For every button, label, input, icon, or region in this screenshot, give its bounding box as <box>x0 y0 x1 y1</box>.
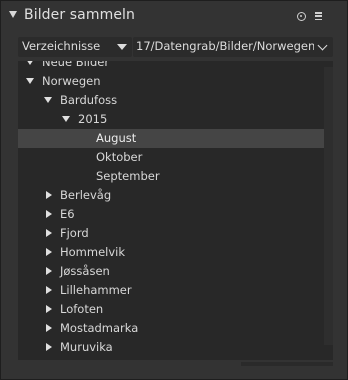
tree-row-label: September <box>96 169 160 183</box>
chevron-down-icon <box>317 40 328 51</box>
tree-row-label: August <box>96 131 137 145</box>
collapsed-triangle-icon[interactable] <box>46 324 52 332</box>
tree-row-label: Muruvika <box>60 340 113 354</box>
tree-row[interactable]: Muruvika <box>18 338 324 357</box>
scrollbar-thumb[interactable] <box>324 67 333 345</box>
mode-dropdown-value: Verzeichnisse <box>22 39 101 53</box>
tree-row[interactable]: Hommelvik <box>18 243 324 262</box>
expanded-triangle-icon[interactable] <box>62 116 70 122</box>
menu-icon[interactable] <box>315 12 322 21</box>
collapsed-triangle-icon[interactable] <box>46 286 52 294</box>
mode-dropdown[interactable]: Verzeichnisse <box>18 37 132 57</box>
expanded-triangle-icon[interactable] <box>26 78 34 84</box>
collapsed-triangle-icon[interactable] <box>46 191 52 199</box>
expanded-triangle-icon[interactable] <box>44 97 52 103</box>
tree-row[interactable]: September <box>18 167 324 186</box>
tree-row-label: Neue Bilder <box>42 61 110 69</box>
collapsed-triangle-icon[interactable] <box>46 305 52 313</box>
tree-row-label: Hommelvik <box>60 245 126 259</box>
tree-row[interactable]: Fjord <box>18 224 324 243</box>
path-dropdown[interactable]: 17/Datengrab/Bilder/Norwegen <box>133 37 333 57</box>
tree-row-label: Oktober <box>96 150 143 164</box>
collapsed-triangle-icon[interactable] <box>46 343 52 351</box>
expanded-triangle-icon[interactable] <box>26 61 34 65</box>
tree-row[interactable]: Berlevåg <box>18 186 324 205</box>
tree-row[interactable]: E6 <box>18 205 324 224</box>
tree-row[interactable]: August <box>18 129 324 148</box>
collapsed-triangle-icon[interactable] <box>46 229 52 237</box>
tree-row[interactable]: Norwegen <box>18 72 324 91</box>
tree-row[interactable]: 2015 <box>18 110 324 129</box>
folder-tree[interactable]: Neue Bilder Norwegen Bardufoss 2015 August Ok… <box>18 61 324 360</box>
tree-row[interactable]: Mostadmarka <box>18 319 324 338</box>
tree-row-label: Jøssåsen <box>60 264 110 278</box>
tree-row-label: Lofoten <box>60 302 104 316</box>
tree-row-label: 2015 <box>78 112 108 126</box>
resize-handle[interactable] <box>241 362 333 366</box>
tree-row[interactable]: Oktober <box>18 148 324 167</box>
tree-row[interactable]: Lofoten <box>18 300 324 319</box>
collapsed-triangle-icon[interactable] <box>46 210 52 218</box>
tree-row-label: Berlevåg <box>60 188 112 202</box>
tree-row-label: Norwegen <box>42 74 101 88</box>
tree-row[interactable]: Lillehammer <box>18 281 324 300</box>
tree-row-label: Fjord <box>60 226 89 240</box>
tree-row[interactable]: Bardufoss <box>18 91 324 110</box>
path-dropdown-value: 17/Datengrab/Bilder/Norwegen <box>136 39 314 53</box>
module-header[interactable]: Bilder sammeln <box>1 1 348 33</box>
dropdown-arrow-icon <box>117 44 127 50</box>
tree-row-label: E6 <box>60 207 75 221</box>
collapsed-triangle-icon[interactable] <box>46 267 52 275</box>
tree-row-label: Lillehammer <box>60 283 132 297</box>
module-title: Bilder sammeln <box>24 7 136 23</box>
tree-row[interactable] <box>18 357 324 360</box>
tree-row[interactable]: Jøssåsen <box>18 262 324 281</box>
collect-images-module: Bilder sammeln Verzeichnisse 17/Datengra… <box>0 0 348 380</box>
info-icon[interactable] <box>297 12 306 21</box>
collapse-icon[interactable] <box>9 11 17 18</box>
collapsed-triangle-icon[interactable] <box>46 248 52 256</box>
tree-row[interactable]: Neue Bilder <box>18 61 324 72</box>
tree-scrollbar[interactable] <box>324 61 333 360</box>
tree-row-label: Bardufoss <box>60 93 118 107</box>
tree-row-label: Mostadmarka <box>60 321 139 335</box>
